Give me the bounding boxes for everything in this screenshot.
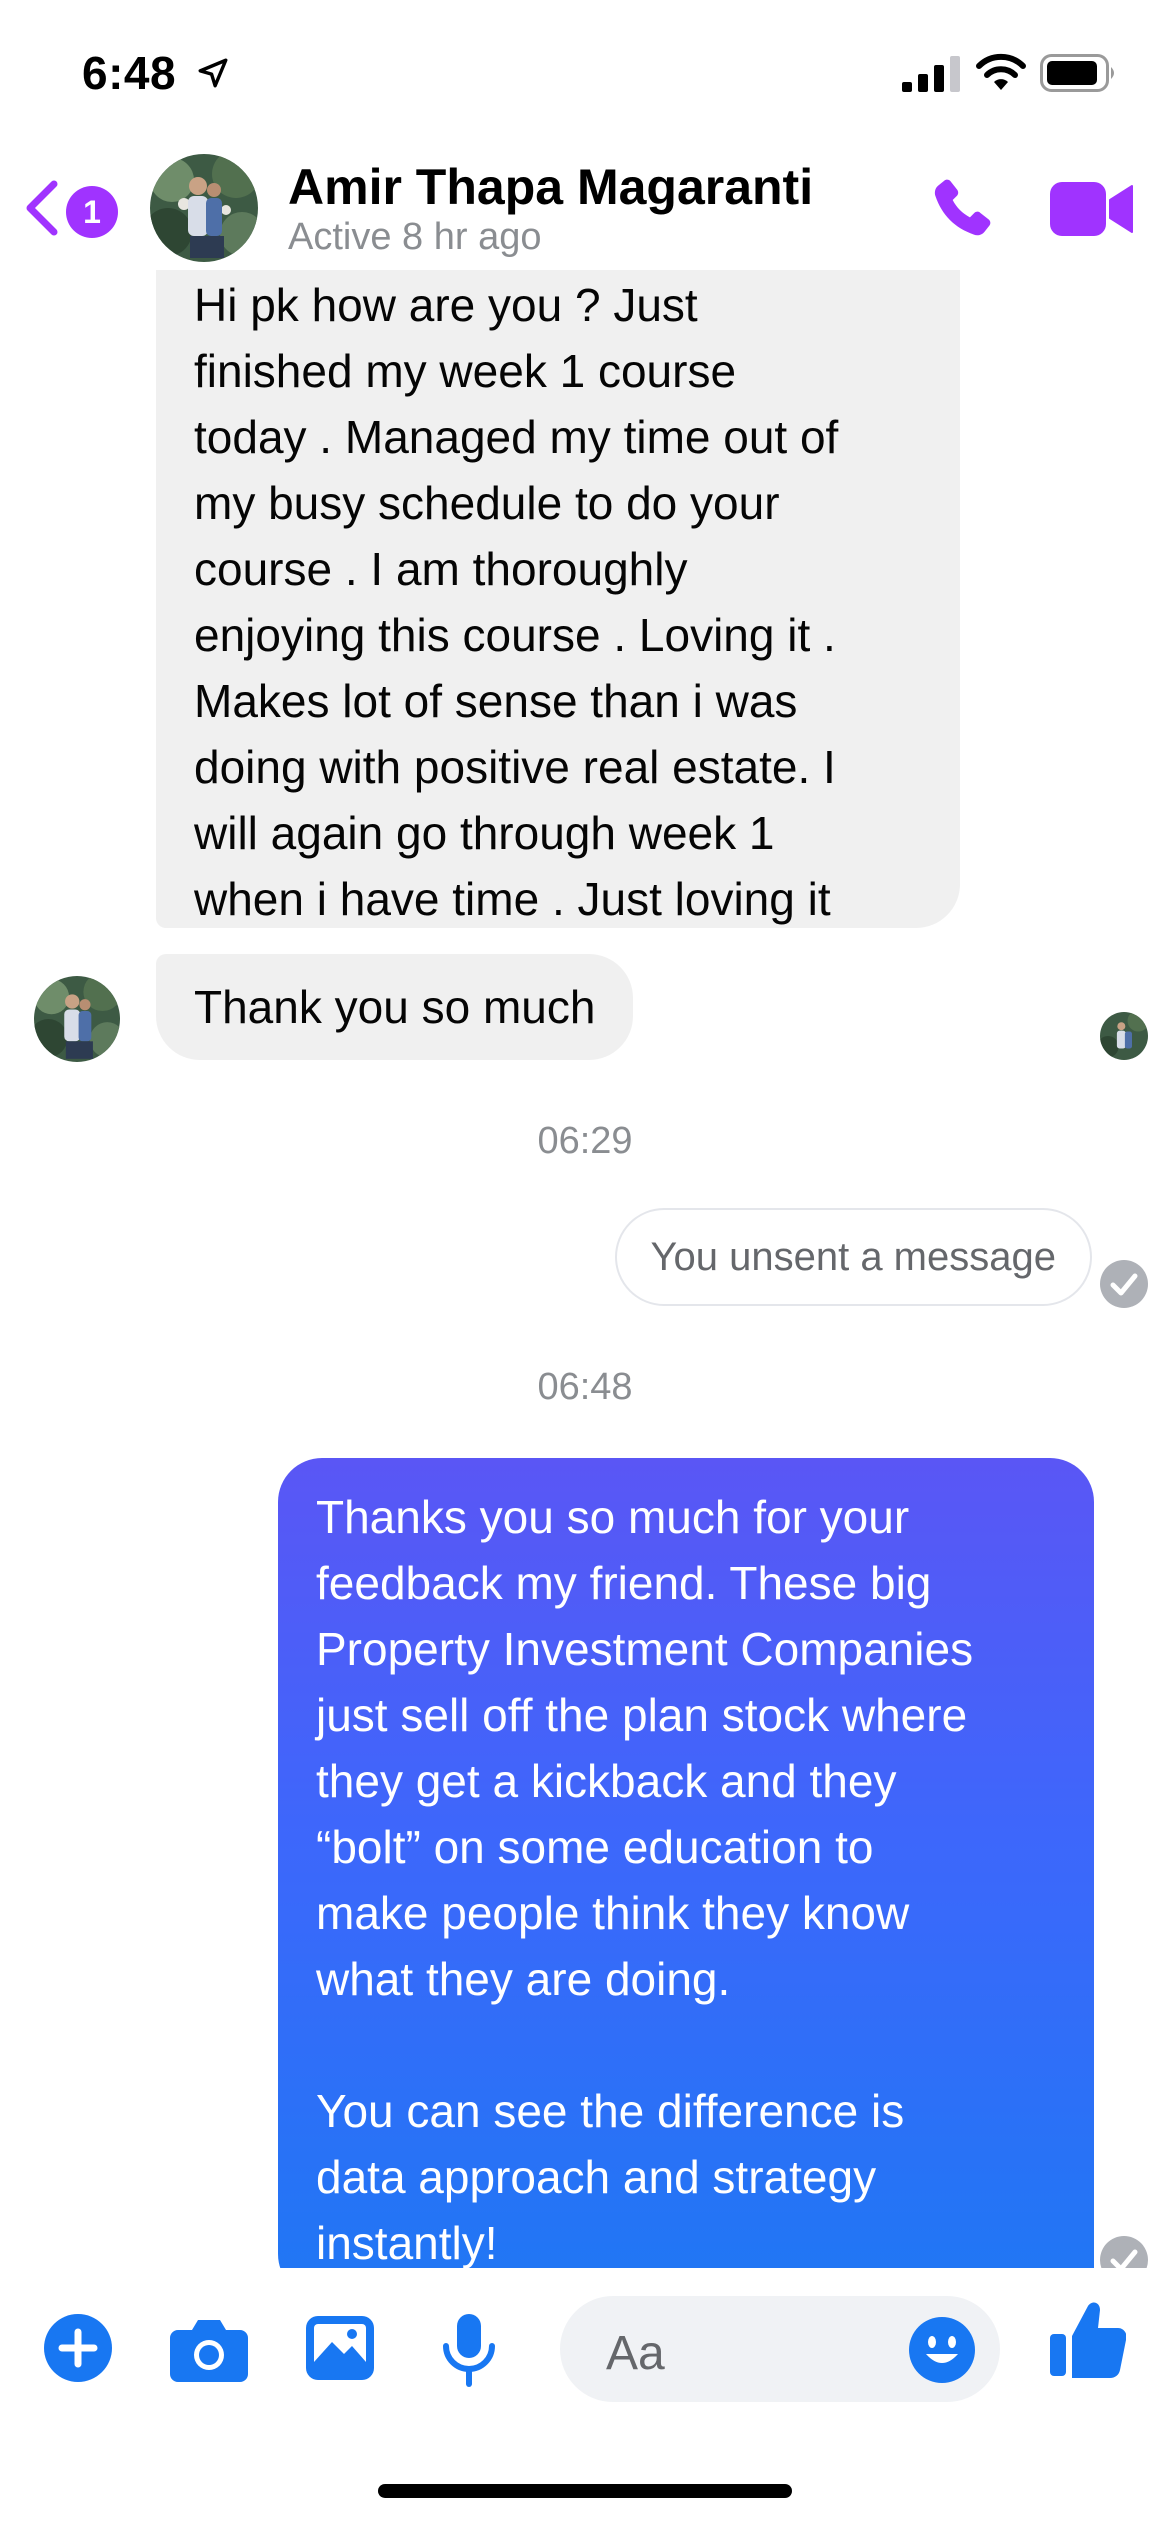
message-thread[interactable]: Hi pk how are you ? Just finished my wee… bbox=[0, 270, 1170, 2268]
message-timestamp: 06:29 bbox=[537, 1120, 633, 1162]
message-line: Makes lot of sense than i was bbox=[194, 675, 798, 727]
message-line: what they are doing. bbox=[316, 1953, 731, 2005]
avatar-photo bbox=[150, 154, 258, 262]
location-arrow-icon bbox=[198, 58, 228, 88]
contact-name[interactable]: Amir Thapa Magaranti bbox=[288, 158, 813, 216]
back-chevron-icon bbox=[26, 180, 58, 236]
microphone-icon[interactable] bbox=[440, 2312, 498, 2388]
gallery-icon[interactable] bbox=[304, 2312, 376, 2384]
delivered-check-icon bbox=[1100, 1260, 1148, 1308]
message-line: make people think they know bbox=[316, 1887, 910, 1939]
message-line: Property Investment Companies bbox=[316, 1623, 974, 1675]
video-camera-icon[interactable] bbox=[1050, 178, 1134, 240]
message-line: “bolt” on some education to bbox=[316, 1821, 874, 1873]
emoji-icon[interactable] bbox=[908, 2316, 976, 2384]
message-line: course . I am thoroughly bbox=[194, 543, 688, 595]
message-input[interactable]: Aa bbox=[560, 2296, 1000, 2402]
sender-avatar[interactable] bbox=[34, 976, 120, 1062]
message-composer: Aa bbox=[0, 2268, 1170, 2448]
message-line: data approach and strategy bbox=[316, 2151, 877, 2203]
battery-icon bbox=[1040, 54, 1114, 92]
message-line-break bbox=[316, 2012, 1060, 2078]
message-line: Hi pk how are you ? Just bbox=[194, 279, 698, 331]
message-line: feedback my friend. These big bbox=[316, 1557, 932, 1609]
back-button[interactable]: 1 bbox=[22, 172, 132, 242]
message-line: will again go through week 1 bbox=[194, 807, 775, 859]
conversation-header: 1 Amir Thapa Magaranti Active 8 hr ago bbox=[0, 150, 1170, 270]
incoming-message-bubble[interactable]: Thank you so much bbox=[156, 954, 634, 1060]
message-text: Thank you so much bbox=[194, 981, 596, 1033]
status-bar: 6:48 bbox=[0, 0, 1170, 150]
unsent-message-notice[interactable]: You unsent a message bbox=[614, 1208, 1092, 1306]
thumbs-up-icon[interactable] bbox=[1048, 2300, 1126, 2380]
plus-icon[interactable] bbox=[42, 2312, 114, 2384]
camera-icon[interactable] bbox=[170, 2312, 248, 2384]
outgoing-message-bubble[interactable]: Thanks you so much for your feedback my … bbox=[278, 1458, 1094, 2268]
message-timestamp: 06:48 bbox=[537, 1366, 633, 1408]
message-line: enjoying this course . Loving it . bbox=[194, 609, 836, 661]
message-line: finished my week 1 course bbox=[194, 345, 737, 397]
incoming-message-bubble[interactable]: Hi pk how are you ? Just finished my wee… bbox=[156, 270, 960, 928]
avatar-photo bbox=[1100, 1012, 1148, 1060]
wifi-icon bbox=[976, 53, 1026, 90]
status-time: 6:48 bbox=[82, 47, 177, 99]
phone-icon[interactable] bbox=[924, 172, 998, 246]
message-line: You can see the difference is bbox=[316, 2085, 905, 2137]
message-line: my busy schedule to do your bbox=[194, 477, 780, 529]
message-line: doing with positive real estate. I bbox=[194, 741, 836, 793]
contact-avatar[interactable] bbox=[150, 154, 258, 262]
input-placeholder: Aa bbox=[606, 2327, 665, 2380]
message-line: Thanks you so much for your bbox=[316, 1491, 910, 1543]
signal-icon bbox=[902, 56, 960, 92]
message-line: today . Managed my time out of bbox=[194, 411, 839, 463]
delivered-check-icon bbox=[1100, 2236, 1148, 2268]
message-line: when i have time . Just loving it bbox=[194, 873, 831, 925]
message-line: they get a kickback and they bbox=[316, 1755, 897, 1807]
message-line: just sell off the plan stock where bbox=[316, 1689, 968, 1741]
home-indicator bbox=[378, 2484, 792, 2498]
avatar-photo bbox=[34, 976, 120, 1062]
unread-count-badge: 1 bbox=[66, 186, 118, 238]
active-status: Active 8 hr ago bbox=[288, 216, 542, 258]
read-receipt-avatar bbox=[1100, 1012, 1148, 1060]
message-line: instantly! bbox=[316, 2217, 498, 2268]
